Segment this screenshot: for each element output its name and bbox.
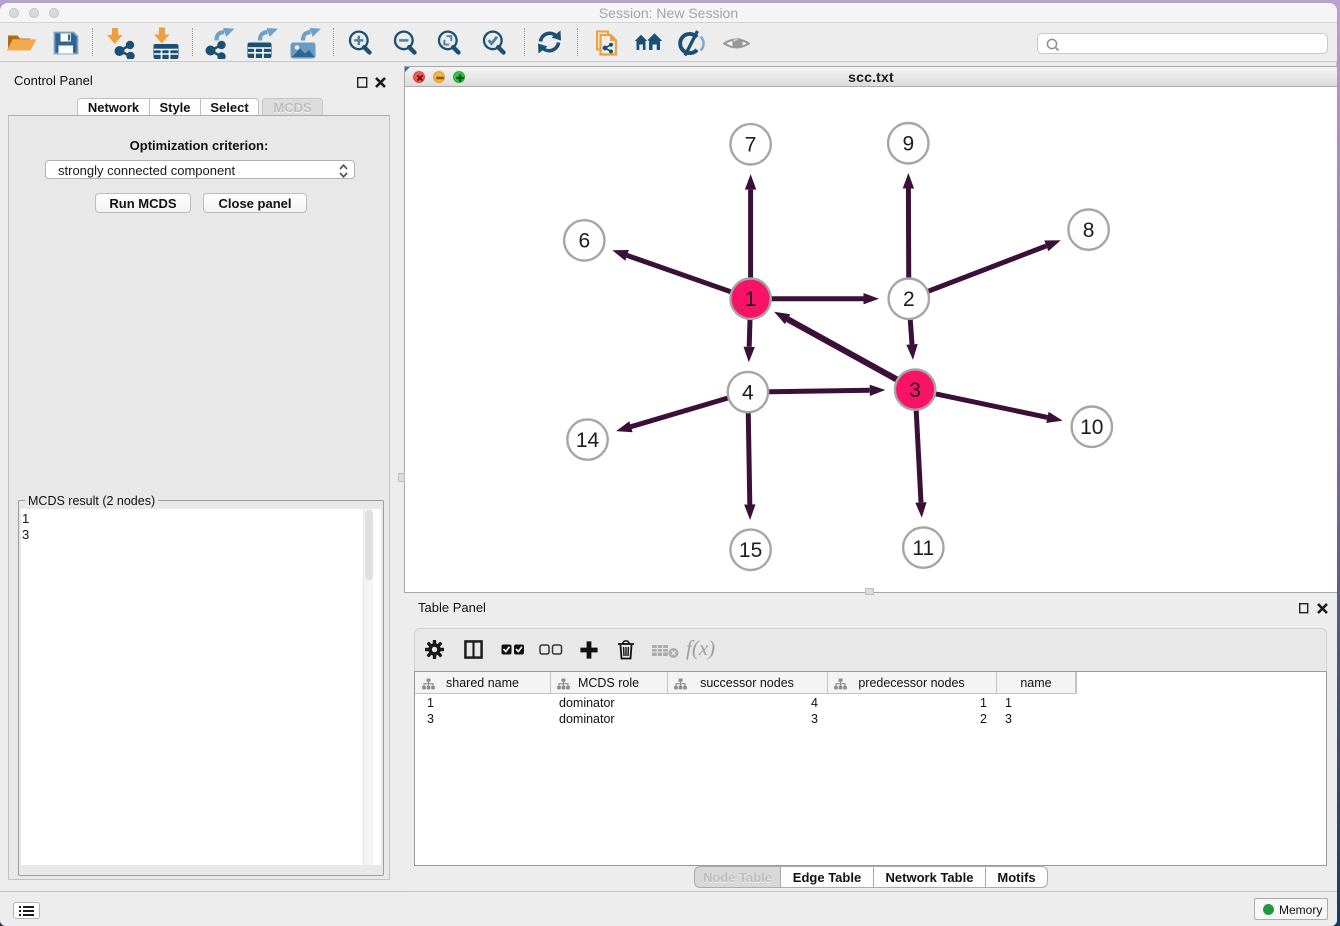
svg-text:14: 14 [576,429,600,452]
svg-text:6: 6 [578,230,590,253]
svg-text:2: 2 [903,288,915,311]
svg-text:7: 7 [745,134,757,157]
svg-text:3: 3 [909,379,921,402]
svg-text:4: 4 [742,381,754,404]
svg-text:1: 1 [745,288,757,311]
svg-text:10: 10 [1080,416,1103,439]
svg-text:15: 15 [739,539,762,562]
svg-text:11: 11 [912,537,934,560]
svg-text:9: 9 [902,132,914,155]
svg-text:8: 8 [1083,219,1095,242]
